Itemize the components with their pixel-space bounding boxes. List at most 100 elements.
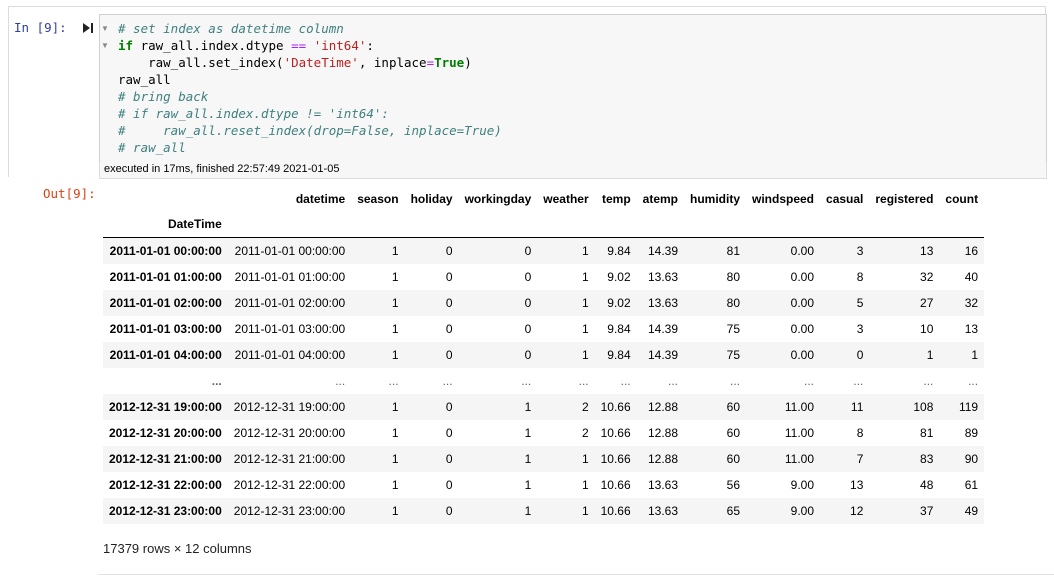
table-cell: 0 (524, 244, 532, 258)
table-cell: 0 (524, 270, 532, 284)
table-cell: 48 (920, 478, 934, 492)
table-cell: 1 (391, 426, 399, 440)
table-cell: 13.63 (647, 270, 678, 284)
table-cell: 1 (926, 348, 934, 362)
index-name: DateTime (103, 211, 228, 238)
table-cell: ... (968, 374, 979, 388)
column-header: temp (601, 192, 631, 206)
code-token: # if raw_all.index.dtype != 'int64': (118, 106, 389, 121)
table-row: 2012-12-31 23:00:00 2012-12-31 23:00:00 1 0… (103, 498, 985, 524)
row-index: 2012-12-31 20:00:00 (109, 426, 222, 440)
table-cell: 0 (524, 348, 532, 362)
table-cell: 80 (726, 270, 740, 284)
table-cell: 14.39 (647, 322, 678, 336)
table-cell: ... (667, 374, 678, 388)
code-line: if raw_all.index.dtype == 'int64': (118, 37, 374, 54)
table-cell: 0 (445, 452, 453, 466)
table-cell: 0.00 (790, 296, 815, 310)
column-header: windspeed (752, 192, 815, 206)
fold-arrow-icon[interactable]: ▼ (101, 24, 109, 33)
code-editor[interactable]: # set index as datetime column if raw_all… (99, 14, 1047, 164)
table-cell: 5 (856, 296, 864, 310)
table-cell: 9.84 (607, 348, 631, 362)
code-token: : (366, 38, 374, 53)
table-cell: 0 (445, 400, 453, 414)
column-header: count (945, 192, 979, 206)
table-cell: 9.00 (790, 478, 815, 492)
table-cell: 0 (445, 478, 453, 492)
table-cell: ... (388, 374, 399, 388)
table-cell: 13 (964, 322, 979, 336)
table-cell: 32 (964, 296, 979, 310)
table-row: 2011-01-01 03:00:00 2011-01-01 03:00:00 1 0… (103, 316, 984, 342)
table-cell: 75 (726, 348, 740, 362)
table-cell: 0.00 (790, 270, 815, 284)
table-cell: 0 (524, 296, 532, 310)
output-prompt: Out[9]: (43, 186, 96, 201)
code-token: 'int64' (313, 38, 367, 53)
code-token: 'DateTime' (283, 55, 359, 70)
table-row: 2011-01-01 00:00:00 2011-01-01 00:00:00 1 0… (103, 237, 985, 264)
table-row: ....................................... (103, 368, 984, 394)
code-line: raw_all.set_index('DateTime', inplace=Tr… (118, 54, 472, 71)
run-cell-icon[interactable] (82, 22, 94, 34)
table-cell: 32 (920, 270, 934, 284)
table-cell: 0.00 (790, 244, 815, 258)
table-cell: 13.63 (647, 504, 678, 518)
table-cell: 1 (581, 452, 589, 466)
code-token: # bring back (118, 89, 209, 104)
table-cell: 83 (920, 452, 934, 466)
table-cell: 3 (856, 244, 864, 258)
execution-status-text: executed in 17ms, finished 22:57:49 2021… (104, 163, 340, 175)
table-cell: 1 (581, 322, 589, 336)
table-cell: 1 (391, 452, 399, 466)
table-cell: 0 (445, 322, 453, 336)
row-index: 2011-01-01 02:00:00 (109, 296, 222, 310)
table-cell: 13.63 (647, 478, 678, 492)
table-cell: 10.66 (600, 504, 631, 518)
row-index: 2011-01-01 04:00:00 (109, 348, 222, 362)
table-cell: 56 (726, 478, 740, 492)
table-cell: 2012-12-31 21:00:00 (233, 452, 346, 466)
code-token: # raw_all.reset_index(drop=False, inplac… (118, 123, 502, 138)
column-header: humidity (690, 192, 740, 206)
code-token: # raw_all (118, 140, 186, 155)
table-cell: 1 (391, 322, 399, 336)
table-cell: ... (923, 374, 934, 388)
table-cell: 60 (726, 400, 740, 414)
table-cell: 61 (964, 478, 979, 492)
table-cell: 2011-01-01 02:00:00 (234, 296, 346, 310)
row-index: 2011-01-01 00:00:00 (109, 244, 222, 258)
table-cell: 12.88 (647, 400, 678, 414)
table-cell: ... (853, 374, 864, 388)
table-cell: 14.39 (647, 348, 678, 362)
table-cell: 1 (581, 244, 589, 258)
fold-arrow-icon[interactable]: ▼ (101, 41, 109, 50)
column-header: casual (826, 192, 864, 206)
table-cell: 0 (445, 296, 453, 310)
table-cell: 1 (391, 400, 399, 414)
table-cell: 1 (581, 348, 589, 362)
table-cell: 0 (445, 270, 453, 284)
table-cell: 2011-01-01 00:00:00 (234, 244, 346, 258)
column-header: atemp (642, 192, 678, 206)
table-cell: 1 (391, 504, 399, 518)
table-cell: ... (729, 374, 740, 388)
table-cell: 75 (726, 322, 740, 336)
dataframe-shape: 17379 rows × 12 columns (103, 541, 252, 556)
table-row: 2011-01-01 04:00:00 2011-01-01 04:00:00 1 0… (103, 342, 985, 368)
table-cell: 16 (964, 244, 979, 258)
table-cell: 0 (445, 244, 453, 258)
table-body: 2011-01-01 00:00:00 2011-01-01 00:00:00 1 0… (103, 237, 985, 524)
table-cell: 12.88 (647, 426, 678, 440)
table-cell: 0 (856, 348, 864, 362)
row-index: 2011-01-01 01:00:00 (109, 270, 222, 284)
table-cell: 119 (958, 400, 979, 414)
table-cell: 1 (524, 504, 532, 518)
table-row: 2011-01-01 01:00:00 2011-01-01 01:00:00 1 0… (103, 264, 984, 290)
header-corner (103, 187, 228, 211)
table-cell: 2012-12-31 23:00:00 (233, 504, 346, 518)
table-cell: 9.00 (790, 504, 815, 518)
table-cell: 1 (391, 348, 399, 362)
